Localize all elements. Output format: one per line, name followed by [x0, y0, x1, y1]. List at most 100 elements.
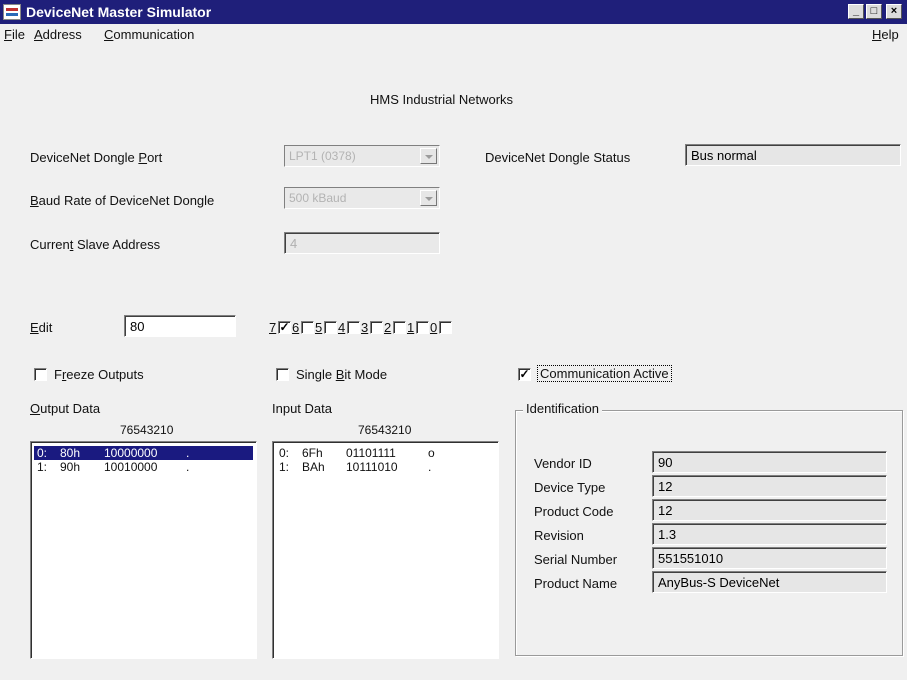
identification-title: Identification [523, 401, 602, 416]
list-item-bin: 10111010 [346, 460, 398, 474]
bit-4-label: 4 [338, 320, 346, 335]
bit-5-checkbox[interactable] [324, 321, 337, 334]
freeze-outputs-label-post: eeze Outputs [66, 367, 144, 382]
dongle-port-label-key: P [138, 150, 148, 165]
list-item-ch: o [428, 446, 435, 460]
dongle-port-label-pre: DeviceNet Dongle [30, 150, 139, 165]
list-item-idx: 0: [279, 446, 290, 460]
slave-address-label: Current Slave Address [30, 237, 160, 252]
menu-file-key: F [4, 27, 12, 42]
baud-rate-select[interactable]: 500 kBaud [284, 187, 440, 209]
maximize-button[interactable]: □ [866, 4, 882, 19]
bit-6-label: 6 [292, 320, 300, 335]
dongle-port-select[interactable]: LPT1 (0378) [284, 145, 440, 167]
edit-field[interactable]: 80 [124, 315, 236, 337]
bit-3-label: 3 [361, 320, 369, 335]
bit-0-label: 0 [430, 320, 438, 335]
list-item-idx: 1: [37, 460, 48, 474]
baud-rate-label-post: aud Rate of DeviceNet Dongle [38, 193, 215, 208]
baud-rate-label: Baud Rate of DeviceNet Dongle [30, 193, 214, 208]
dongle-port-label: DeviceNet Dongle Port [30, 150, 162, 165]
output-data-label-key: O [30, 401, 41, 416]
serial-number-label: Serial Number [534, 552, 618, 567]
bit-7-label: 7 [269, 320, 277, 335]
input-data-bit-header: 76543210 [358, 423, 412, 437]
list-item-hex: 80h [60, 446, 81, 460]
product-code-label: Product Code [534, 504, 614, 519]
list-item-bin: 01101111 [346, 446, 396, 460]
bit-1-checkbox[interactable] [416, 321, 429, 334]
list-item-hex: 90h [60, 460, 81, 474]
list-item[interactable]: 0: 80h 10000000. [34, 446, 253, 460]
revision-field: 1.3 [652, 523, 887, 545]
slave-address-label-pre: Curren [30, 237, 70, 252]
baud-rate-label-key: B [30, 193, 39, 208]
freeze-outputs-label-pre: F [54, 367, 62, 382]
menu-file[interactable]: File [4, 27, 25, 42]
menu-address[interactable]: Address [34, 27, 82, 42]
list-item-bin: 10000000 [104, 446, 158, 460]
bit-1-label: 1 [407, 320, 415, 335]
bit-2-label: 2 [384, 320, 392, 335]
serial-number-field: 551551010 [652, 547, 887, 569]
bit-0-checkbox[interactable] [439, 321, 452, 334]
list-item-idx: 1: [279, 460, 290, 474]
bit-7-checkbox[interactable]: ✓ [278, 321, 291, 334]
output-data-label-post: utput Data [40, 401, 101, 416]
freeze-outputs-checkbox[interactable] [34, 368, 47, 381]
output-data-bit-header: 76543210 [120, 423, 174, 437]
single-bit-mode-label-post: it Mode [344, 367, 388, 382]
slave-address-field[interactable]: 4 [284, 232, 440, 254]
minimize-button[interactable]: _ [848, 4, 864, 19]
dongle-port-value: LPT1 (0378) [289, 149, 356, 163]
bit-2-checkbox[interactable] [393, 321, 406, 334]
menu-help[interactable]: Help [872, 27, 899, 42]
single-bit-mode-label[interactable]: Single Bit Mode [296, 367, 387, 382]
list-item-bin: 10010000 [104, 460, 158, 474]
chevron-down-icon[interactable] [420, 190, 437, 206]
communication-active-checkbox[interactable]: ✓ [518, 368, 531, 381]
single-bit-mode-label-pre: Single [296, 367, 336, 382]
vendor-id-field: 90 [652, 451, 887, 473]
product-code-field: 12 [652, 499, 887, 521]
list-item-ch: . [186, 460, 190, 474]
input-data-list[interactable]: 0: 6Fh 01101111 o 1: BAh 10111010. [272, 441, 499, 659]
dongle-port-label-post: ort [147, 150, 163, 165]
edit-label: Edit [30, 320, 52, 335]
menu-communication[interactable]: Communication [104, 27, 194, 42]
list-item[interactable]: 1: BAh 10111010. [276, 460, 495, 474]
list-item[interactable]: 1: 90h 10010000. [34, 460, 253, 474]
menu-file-rest: ile [11, 27, 25, 42]
menu-address-rest: ddress [42, 27, 82, 42]
chevron-down-icon[interactable] [420, 148, 437, 164]
list-item[interactable]: 0: 6Fh 01101111 o [276, 446, 495, 460]
freeze-outputs-label[interactable]: Freeze Outputs [54, 367, 144, 382]
menu-help-key: H [872, 27, 882, 42]
devicenet-app-icon[interactable] [3, 4, 21, 20]
main-window: DeviceNet Master Simulator _ □ × File Ad… [0, 0, 907, 680]
close-button[interactable]: × [886, 4, 902, 19]
company-heading: HMS Industrial Networks [370, 92, 514, 107]
device-type-field: 12 [652, 475, 887, 497]
product-name-label: Product Name [534, 576, 618, 591]
communication-active-label[interactable]: Communication Active [537, 365, 672, 382]
communication-active-text: Communication Active [537, 365, 672, 382]
bit-6-checkbox[interactable] [301, 321, 314, 334]
input-data-label: Input Data [272, 401, 332, 416]
bit-4-checkbox[interactable] [347, 321, 360, 334]
list-item-hex: 6Fh [302, 446, 323, 460]
edit-label-key: E [30, 320, 39, 335]
list-item-hex: BAh [302, 460, 325, 474]
bit-3-checkbox[interactable] [370, 321, 383, 334]
menu-communication-key: C [104, 27, 114, 42]
single-bit-mode-checkbox[interactable] [276, 368, 289, 381]
title-bar: DeviceNet Master Simulator _ □ × [0, 0, 907, 24]
bit-5-label: 5 [315, 320, 323, 335]
product-name-field: AnyBus-S DeviceNet [652, 571, 887, 593]
menu-communication-rest: ommunication [113, 27, 195, 42]
baud-rate-value: 500 kBaud [289, 191, 347, 205]
vendor-id-label: Vendor ID [534, 456, 592, 471]
menu-address-key: A [34, 27, 43, 42]
output-data-list[interactable]: 0: 80h 10000000. 1: 90h 10010000. [30, 441, 257, 659]
dongle-status-label: DeviceNet Dongle Status [485, 150, 631, 165]
